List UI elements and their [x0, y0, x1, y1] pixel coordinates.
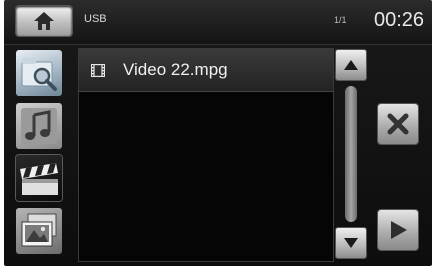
category-music-button[interactable] [16, 103, 62, 149]
folder-search-icon [21, 58, 57, 91]
category-video-button[interactable] [16, 155, 62, 201]
category-search-button[interactable] [16, 50, 62, 96]
film-icon [91, 64, 105, 77]
file-list: Video 22.mpg [78, 48, 334, 262]
file-name: Video 22.mpg [123, 60, 228, 79]
player-screen: USB 1/1 00:26 Video 22.mpg [4, 0, 432, 266]
play-button[interactable] [378, 210, 418, 250]
page-indicator: 1/1 [334, 15, 347, 25]
category-photo-button[interactable] [16, 208, 62, 254]
play-icon [391, 221, 407, 239]
triangle-down-icon [344, 238, 358, 248]
scroll-track[interactable] [345, 86, 357, 222]
scrollbar[interactable] [336, 50, 366, 258]
source-label: USB [84, 13, 107, 25]
triangle-up-icon [344, 60, 358, 70]
close-button[interactable] [378, 104, 418, 144]
list-item[interactable]: Video 22.mpg [79, 49, 333, 92]
close-icon [387, 113, 409, 135]
photo-stack-icon [21, 213, 57, 247]
home-icon [34, 12, 54, 30]
scroll-down-button[interactable] [336, 228, 366, 258]
top-bar: USB 1/1 00:26 [4, 0, 432, 45]
scroll-up-button[interactable] [336, 50, 366, 80]
clock: 00:26 [374, 9, 425, 31]
home-button[interactable] [16, 6, 72, 36]
clapperboard-icon [20, 163, 58, 195]
music-note-icon [21, 108, 57, 144]
